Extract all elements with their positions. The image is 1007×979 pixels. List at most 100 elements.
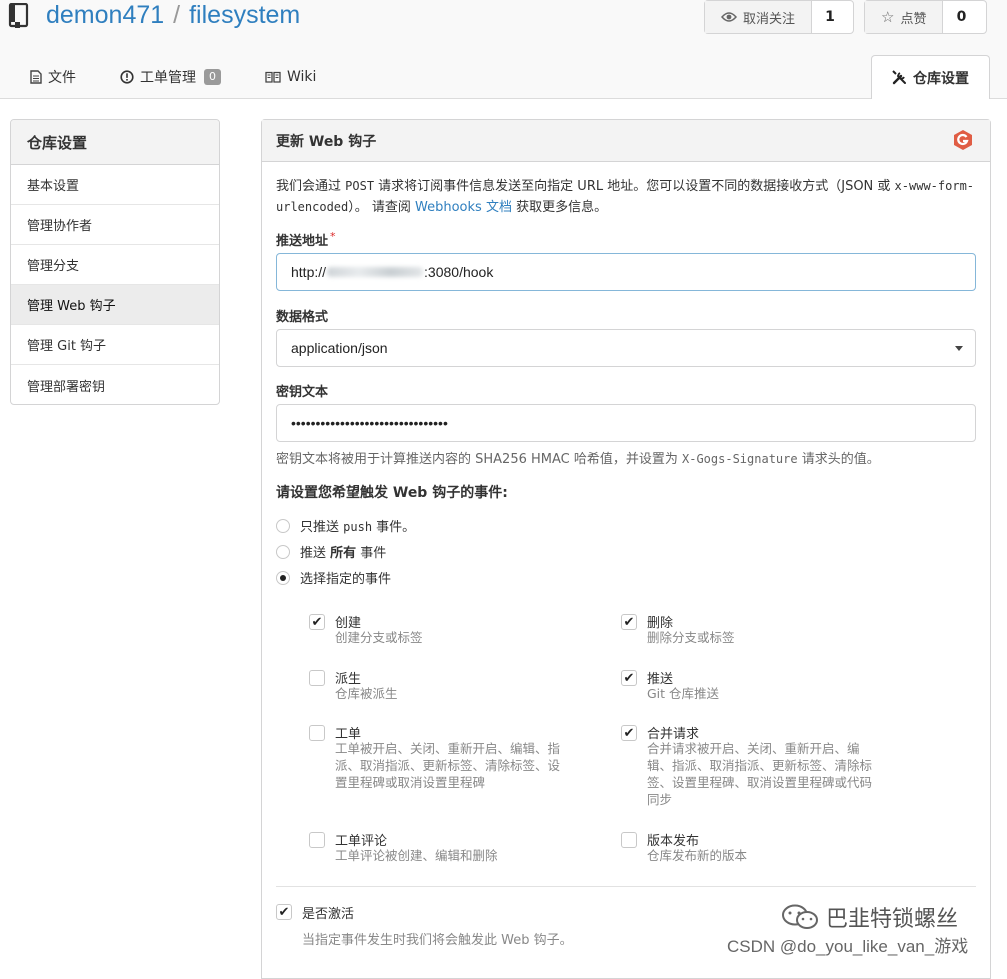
event-create-desc: 创建分支或标签 (335, 630, 423, 645)
tab-settings[interactable]: 仓库设置 (871, 55, 990, 99)
settings-menu: 仓库设置 基本设置 管理协作者 管理分支 管理 Web 钩子 管理 Git 钩子… (10, 119, 220, 405)
repository-icon (8, 3, 29, 28)
secret-label: 密钥文本 (276, 385, 329, 400)
radio-all-prefix: 推送 (300, 546, 331, 561)
event-issues-desc: 工单被开启、关闭、重新开启、编辑、指派、取消指派、更新标签、清除标签、设置里程碑… (335, 741, 561, 790)
event-fork-desc: 仓库被派生 (335, 686, 398, 701)
tab-files-label: 文件 (48, 70, 76, 86)
radio-push-only-control[interactable] (276, 518, 290, 533)
event-release-checkbox[interactable] (621, 832, 637, 848)
desc-text-2: 请求将订阅事件信息发送至向指定 URL 地址。您可以设置不同的数据接收方式（JS… (374, 179, 895, 194)
radio-push-only[interactable]: 只推送 push 事件。 (276, 516, 415, 535)
secret-masked-value: •••••••••••••••••••••••••••••••• (291, 415, 448, 431)
menu-item-branches[interactable]: 管理分支 (11, 245, 219, 285)
radio-all-events[interactable]: 推送 所有 事件 (276, 542, 386, 561)
secret-hint-code: X-Gogs-Signature (682, 452, 798, 466)
tab-wiki[interactable]: Wiki (265, 55, 316, 99)
secret-hint-text-2: 请求头的值。 (797, 452, 880, 467)
desc-text-3: ）。 请查阅 (348, 200, 416, 215)
event-delete-desc: 删除分支或标签 (647, 630, 735, 645)
content-type-select[interactable]: application/json (276, 329, 976, 367)
secret-hint-text-1: 密钥文本将被用于计算推送内容的 SHA256 HMAC 哈希值，并设置为 (276, 452, 682, 467)
event-pull-request-checkbox[interactable]: ✔ (621, 725, 637, 741)
tab-settings-label: 仓库设置 (913, 70, 969, 87)
unwatch-label: 取消关注 (743, 11, 796, 27)
radio-all-events-control[interactable] (276, 544, 290, 559)
repo-tabs: 文件 工单管理 0 Wiki 仓库设置 (0, 55, 1007, 99)
unwatch-button[interactable]: 取消关注 (705, 1, 813, 33)
watch-count[interactable]: 1 (812, 1, 849, 33)
secret-input[interactable]: •••••••••••••••••••••••••••••••• (276, 404, 976, 442)
issue-icon (120, 70, 134, 84)
events-label: 请设置您希望触发 Web 钩子的事件: (276, 485, 508, 501)
wechat-icon (782, 904, 818, 929)
issues-count-badge: 0 (204, 69, 221, 85)
repo-owner-link[interactable]: demon471 (46, 1, 164, 29)
menu-item-basic[interactable]: 基本设置 (11, 165, 219, 205)
repo-header: demon471 / filesystem 取消关注 1 ☆ 点赞 0 文件 工单管… (0, 0, 1007, 99)
event-create-checkbox[interactable]: ✔ (309, 614, 325, 630)
event-issues-checkbox[interactable] (309, 725, 325, 741)
radio-all-events-label: 推送 所有 事件 (300, 542, 386, 561)
event-issue-comment-checkbox[interactable] (309, 832, 325, 848)
menu-item-deploy-keys[interactable]: 管理部署密钥 (11, 365, 219, 404)
content-type-value: application/json (291, 340, 388, 356)
menu-item-git-hooks[interactable]: 管理 Git 钩子 (11, 325, 219, 365)
panel-title: 更新 Web 钩子 (276, 133, 377, 150)
radio-choose-events-control[interactable] (276, 570, 290, 585)
desc-post-code: POST (345, 179, 375, 193)
watch-button-group: 取消关注 1 (704, 0, 854, 34)
repo-title-separator: / (173, 1, 181, 29)
webhooks-docs-link[interactable]: Webhooks 文档 (415, 200, 512, 215)
radio-choose-events-label: 选择指定的事件 (300, 572, 392, 587)
menu-item-collaborators[interactable]: 管理协作者 (11, 205, 219, 245)
file-icon (30, 70, 42, 84)
wechat-watermark-text: 巴韭特锁螺丝 (826, 907, 959, 932)
active-checkbox[interactable]: ✔ (276, 904, 292, 920)
star-button[interactable]: ☆ 点赞 (865, 1, 944, 33)
radio-all-bold: 所有 (330, 546, 357, 561)
tab-issues[interactable]: 工单管理 0 (120, 55, 221, 99)
payload-url-suffix: :3080/hook (424, 264, 494, 280)
radio-choose-events[interactable]: 选择指定的事件 (276, 568, 391, 587)
webhook-form-panel: 更新 Web 钩子 我们会通过 POST 请求将订阅事件信息发送至向指定 URL… (261, 119, 991, 979)
webhook-description: 我们会通过 POST 请求将订阅事件信息发送至向指定 URL 地址。您可以设置不… (276, 176, 976, 218)
radio-push-code: push (343, 520, 373, 534)
event-push-checkbox[interactable]: ✔ (621, 670, 637, 686)
wechat-watermark: 巴韭特锁螺丝 (780, 901, 958, 933)
dropdown-caret-icon (955, 346, 963, 351)
event-release-desc: 仓库发布新的版本 (647, 848, 748, 863)
active-desc: 当指定事件发生时我们将会触发此 Web 钩子。 (302, 933, 573, 948)
tab-wiki-label: Wiki (287, 69, 317, 85)
desc-text-4: 获取更多信息。 (511, 200, 608, 215)
tab-issues-label: 工单管理 (140, 70, 196, 86)
redacted-ip (327, 267, 424, 277)
radio-push-prefix: 只推送 (300, 520, 344, 535)
event-fork-checkbox[interactable] (309, 670, 325, 686)
star-label: 点赞 (900, 11, 927, 27)
star-icon: ☆ (881, 8, 895, 26)
radio-all-suffix: 事件 (356, 546, 387, 561)
eye-icon (721, 12, 737, 22)
star-count[interactable]: 0 (943, 1, 980, 33)
settings-menu-title: 仓库设置 (11, 120, 219, 165)
content-type-label: 数据格式 (276, 310, 329, 325)
panel-header: 更新 Web 钩子 (262, 120, 990, 162)
radio-push-only-label: 只推送 push 事件。 (300, 516, 415, 535)
tab-files[interactable]: 文件 (30, 55, 76, 99)
book-icon (265, 71, 281, 83)
tools-icon (892, 70, 906, 85)
payload-url-label-text: 推送地址 (276, 234, 329, 249)
gogs-logo-icon (954, 130, 972, 150)
event-delete-checkbox[interactable]: ✔ (621, 614, 637, 630)
desc-text-1: 我们会通过 (276, 179, 346, 194)
event-issue-comment-desc: 工单评论被创建、编辑和删除 (335, 848, 498, 863)
required-mark: * (330, 230, 336, 243)
menu-item-webhooks[interactable]: 管理 Web 钩子 (11, 285, 219, 325)
form-divider (276, 886, 976, 887)
payload-url-label: 推送地址 * (276, 230, 336, 249)
payload-url-input[interactable]: http:// :3080/hook (276, 253, 976, 291)
radio-push-suffix: 事件。 (372, 520, 416, 535)
repo-name-link[interactable]: filesystem (189, 1, 300, 29)
payload-url-prefix: http:// (291, 264, 327, 280)
